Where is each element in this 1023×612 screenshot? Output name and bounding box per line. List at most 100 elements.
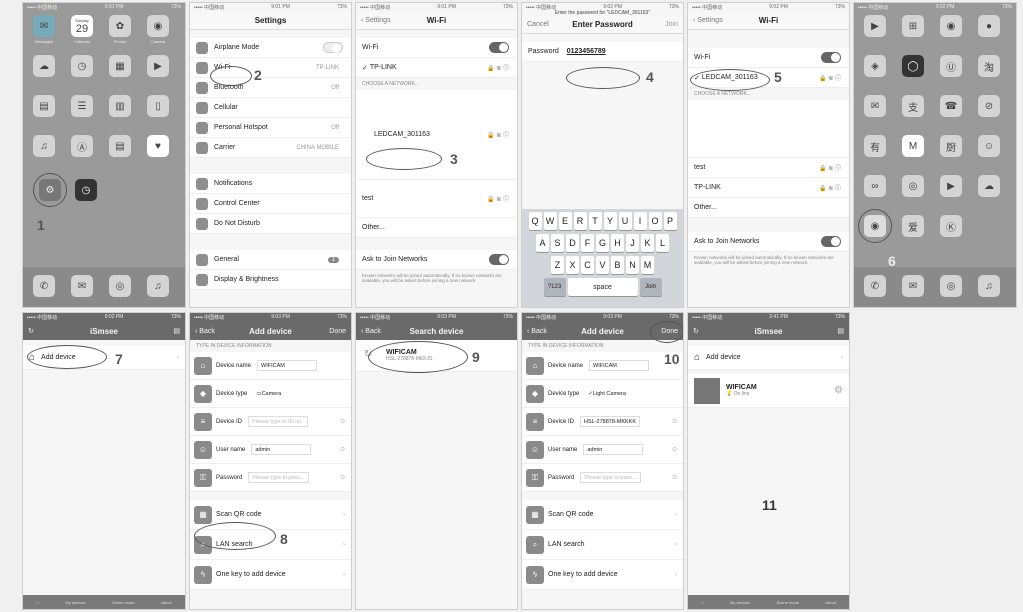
iqiyi-app-icon[interactable]: 爱: [902, 215, 924, 237]
reminders-app-icon[interactable]: ☰: [71, 95, 93, 117]
phone-icon[interactable]: ✆: [33, 275, 55, 297]
help-icon[interactable]: ⊙: [672, 474, 677, 481]
key-d[interactable]: D: [566, 234, 579, 252]
messages-app-icon[interactable]: ✉: [33, 15, 55, 37]
watch-app-icon[interactable]: ◯: [902, 55, 924, 77]
tab-about[interactable]: About: [161, 600, 171, 605]
help-icon[interactable]: ⊙: [340, 446, 345, 453]
key-t[interactable]: T: [588, 212, 602, 230]
ask-join-row[interactable]: Ask to Join Networks: [688, 232, 849, 252]
key-l[interactable]: L: [656, 234, 669, 252]
tab-scene-mode[interactable]: Scene mode: [112, 600, 134, 605]
tab-my-devices[interactable]: My devices: [65, 600, 85, 605]
key-v[interactable]: V: [596, 256, 609, 274]
music-icon[interactable]: ♫: [147, 275, 169, 297]
key-r[interactable]: R: [573, 212, 587, 230]
phone-icon[interactable]: ✆: [864, 275, 886, 297]
itunes-app-icon[interactable]: ♫: [33, 135, 55, 157]
connected-network[interactable]: ✓ TP-LINK 🔒 ≋ ⓘ: [356, 58, 517, 78]
back-button[interactable]: ‹ Settings: [361, 17, 391, 24]
podcasts-app-icon[interactable]: ◉: [940, 15, 962, 37]
password-input[interactable]: Please type in pass...: [580, 472, 641, 483]
numbers-key[interactable]: ?123: [543, 278, 566, 296]
menu-icon[interactable]: ▤: [173, 327, 180, 335]
find-app-icon[interactable]: ◎: [902, 175, 924, 197]
qq-app-icon[interactable]: ☺: [978, 135, 1000, 157]
back-button[interactable]: ‹ Back: [361, 328, 381, 335]
passbook-app-icon[interactable]: ▤: [109, 135, 131, 157]
stocks-app-icon[interactable]: ▥: [109, 95, 131, 117]
help-icon[interactable]: ⊙: [340, 474, 345, 481]
add-device-row[interactable]: ⌂ Add device ›: [688, 346, 849, 370]
clock-icon[interactable]: ◷: [75, 179, 97, 201]
clock-app-icon[interactable]: ◷: [71, 55, 93, 77]
book-app-icon[interactable]: ▯: [147, 95, 169, 117]
alipay-app-icon[interactable]: 支: [902, 95, 924, 117]
photos-app-icon[interactable]: ✿: [109, 15, 131, 37]
space-key[interactable]: space: [567, 278, 638, 296]
key-x[interactable]: X: [566, 256, 579, 274]
settings-item-dnd[interactable]: Do Not Disturb: [190, 214, 351, 234]
safari-icon[interactable]: ◎: [940, 275, 962, 297]
camera-app-icon[interactable]: ◉: [147, 15, 169, 37]
wifi-toggle-row[interactable]: Wi-Fi: [688, 48, 849, 68]
join-key[interactable]: Join: [639, 278, 662, 296]
join-button[interactable]: Join: [665, 21, 678, 28]
user-name-input[interactable]: admin: [251, 444, 312, 455]
device-id-input[interactable]: Please type in ID no.: [248, 416, 309, 427]
cloud-app-icon[interactable]: ☁: [978, 175, 1000, 197]
one-key-row[interactable]: ϟ One key to add device ›: [522, 560, 683, 590]
tab-about[interactable]: About: [825, 600, 835, 605]
wifi-toggle[interactable]: [489, 42, 509, 53]
key-k[interactable]: K: [641, 234, 654, 252]
mail-icon[interactable]: ✉: [902, 275, 924, 297]
gmail-app-icon[interactable]: M: [902, 135, 924, 157]
music-icon[interactable]: ♫: [978, 275, 1000, 297]
facetime-app-icon[interactable]: ▶: [864, 15, 886, 37]
key-b[interactable]: B: [611, 256, 624, 274]
ctrip-app-icon[interactable]: ◈: [864, 55, 886, 77]
uc-app-icon[interactable]: ∞: [864, 175, 886, 197]
cancel-button[interactable]: Cancel: [527, 21, 549, 28]
key-a[interactable]: A: [536, 234, 549, 252]
tab-my-devices[interactable]: My devices: [730, 600, 750, 605]
settings-item-airplane[interactable]: Airplane Mode: [190, 38, 351, 58]
ask-toggle[interactable]: [821, 236, 841, 247]
lan-search-row[interactable]: ⌕ LAN search ›: [522, 530, 683, 560]
airdrop-app-icon[interactable]: ⊘: [978, 95, 1000, 117]
settings-item-display[interactable]: Display & Brightness: [190, 270, 351, 290]
refresh-icon[interactable]: ↻: [693, 327, 699, 335]
network-other[interactable]: Other...: [688, 198, 849, 218]
tab-home[interactable]: ⌂: [701, 600, 703, 605]
back-button[interactable]: ‹ Settings: [693, 17, 723, 24]
appstore-app-icon[interactable]: Ⓐ: [71, 135, 93, 157]
key-n[interactable]: N: [626, 256, 639, 274]
mail-icon[interactable]: ✉: [71, 275, 93, 297]
network-other[interactable]: Other...: [356, 218, 517, 238]
key-f[interactable]: F: [581, 234, 594, 252]
menu-icon[interactable]: ▤: [837, 327, 844, 335]
key-p[interactable]: P: [663, 212, 677, 230]
settings-item-cellular[interactable]: Cellular: [190, 98, 351, 118]
scan-qr-row[interactable]: ▦ Scan QR code ›: [522, 500, 683, 530]
tab-home[interactable]: ⌂: [36, 600, 38, 605]
whatsapp-app-icon[interactable]: ☎: [940, 95, 962, 117]
help-icon[interactable]: ⊙: [340, 418, 345, 425]
key-m[interactable]: M: [641, 256, 654, 274]
settings-item-hotspot[interactable]: Personal Hotspot Off: [190, 118, 351, 138]
wechat-app-icon[interactable]: ✉: [864, 95, 886, 117]
network-test[interactable]: test 🔒 ≋ ⓘ: [688, 158, 849, 178]
device-name-input[interactable]: WIFICAM: [257, 360, 318, 371]
key-q[interactable]: Q: [528, 212, 542, 230]
help-icon[interactable]: ⊙: [672, 418, 677, 425]
wifi-toggle[interactable]: [821, 52, 841, 63]
ask-join-row[interactable]: Ask to Join Networks: [356, 250, 517, 270]
key-y[interactable]: Y: [603, 212, 617, 230]
network-test[interactable]: test 🔒 ≋ ⓘ: [356, 180, 517, 218]
taobao-app-icon[interactable]: 淘: [978, 55, 1000, 77]
device-type-select[interactable]: ▭ Camera: [253, 388, 313, 399]
key-i[interactable]: I: [633, 212, 647, 230]
video-app-icon[interactable]: ▶: [940, 175, 962, 197]
settings-item-control-center[interactable]: Control Center: [190, 194, 351, 214]
weather-app-icon[interactable]: ☁: [33, 55, 55, 77]
